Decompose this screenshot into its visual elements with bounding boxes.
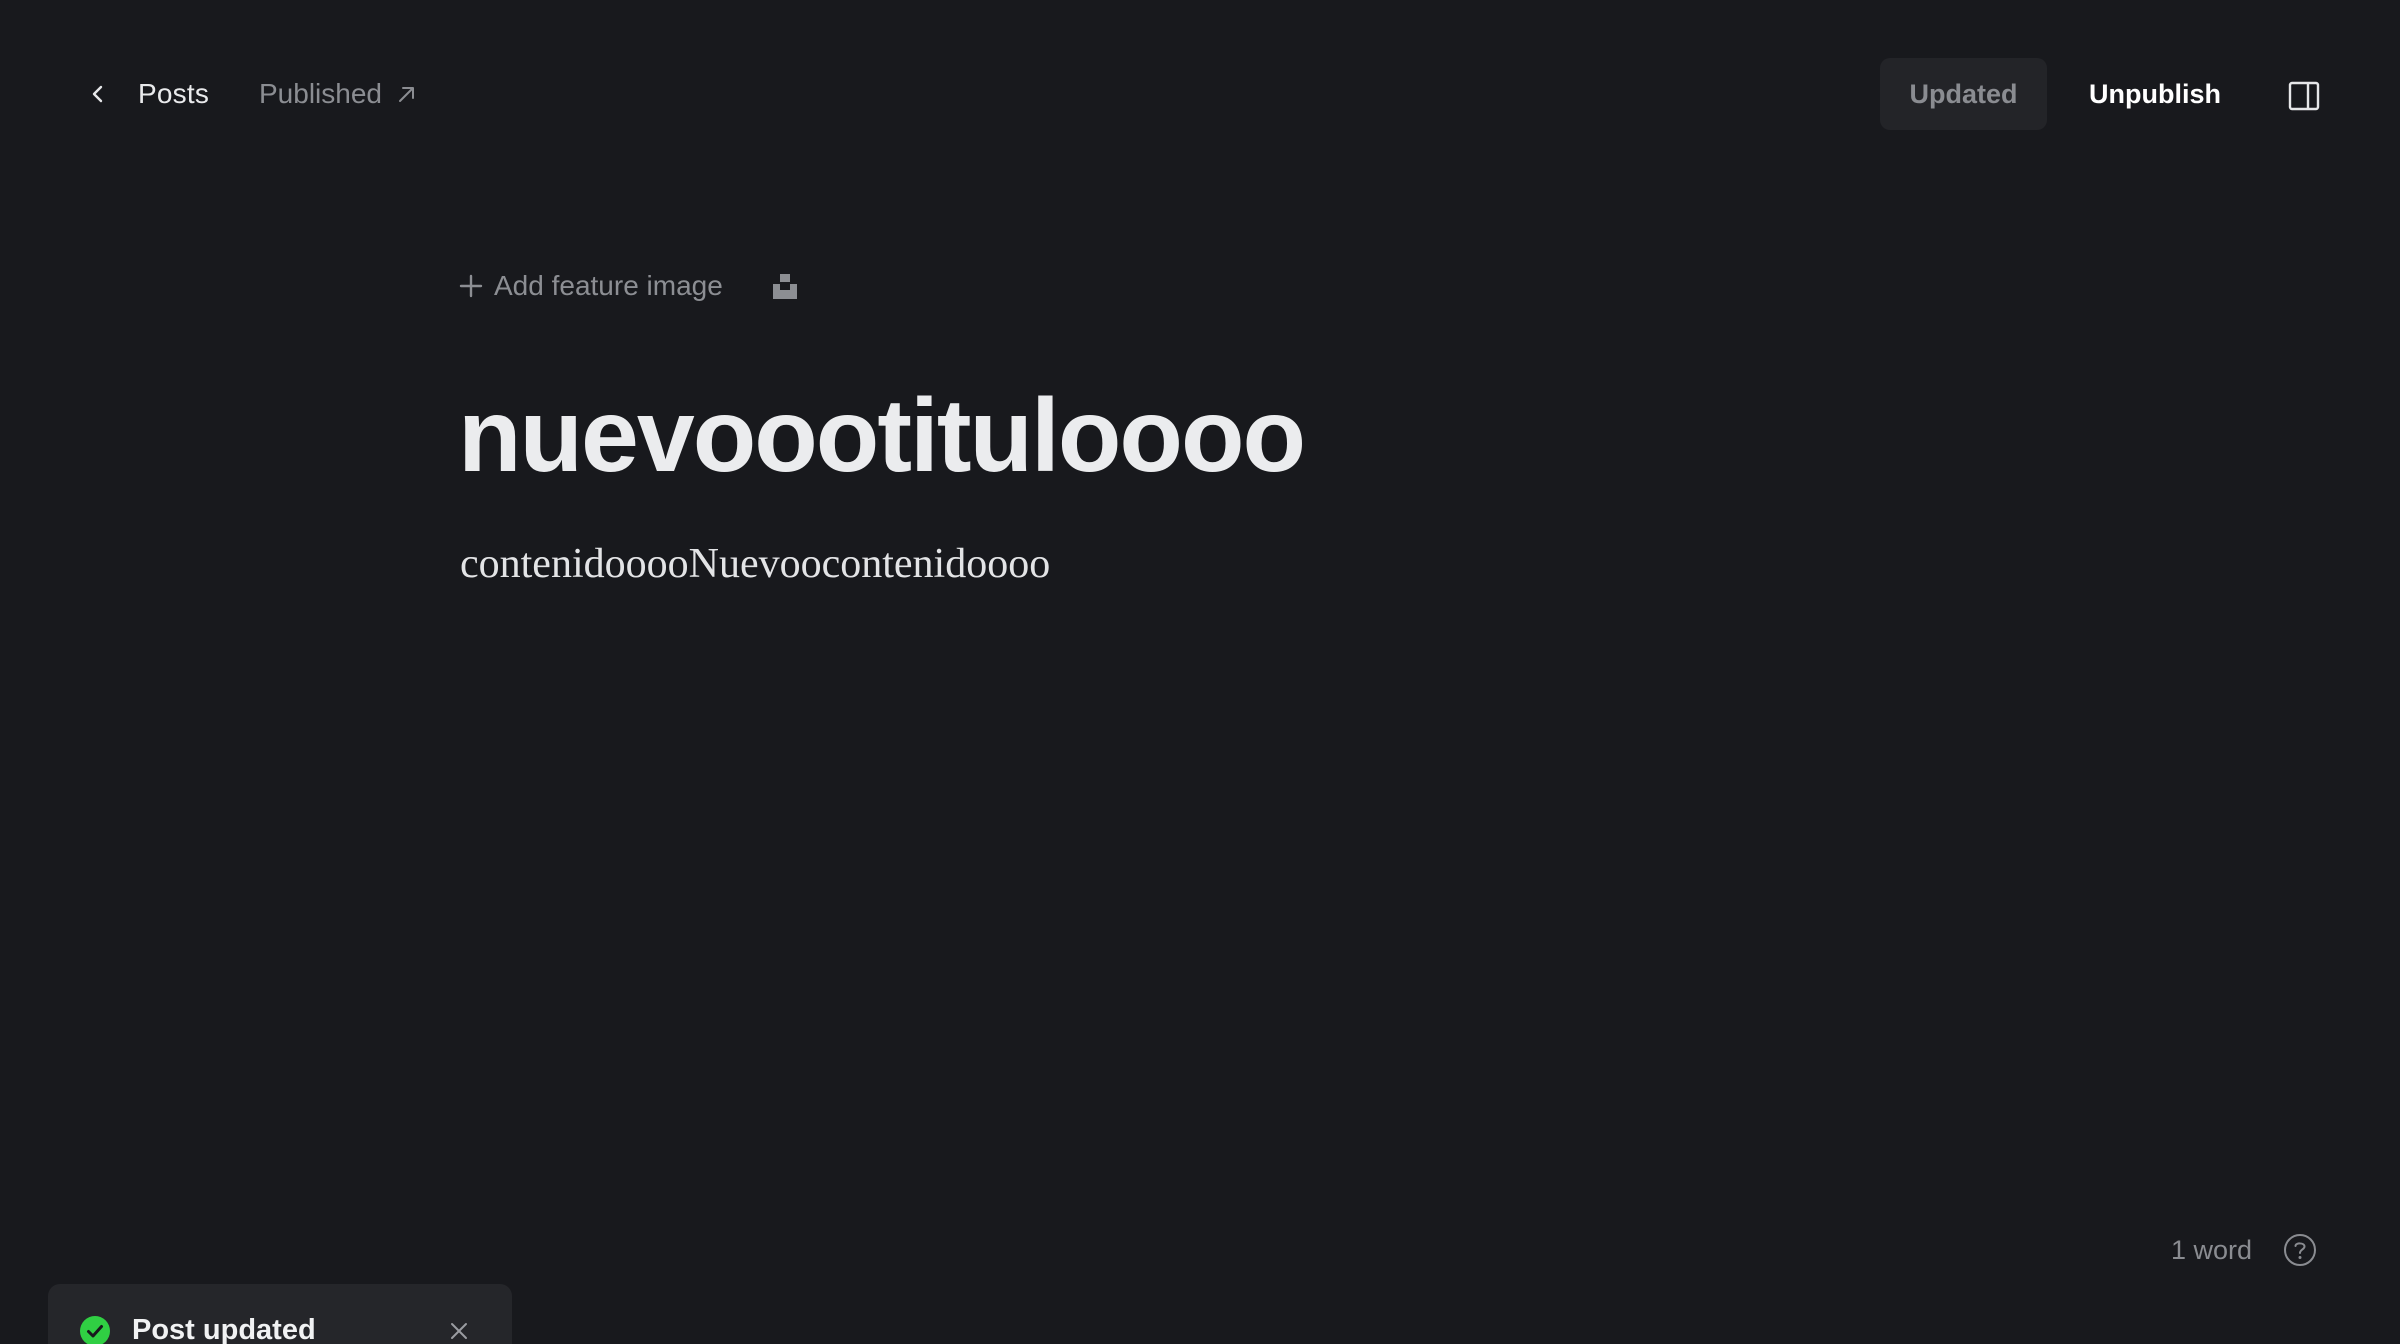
toast-message: Post updated — [132, 1314, 316, 1344]
unpublish-button[interactable]: Unpublish — [2072, 58, 2238, 130]
unsplash-button[interactable] — [769, 270, 801, 302]
close-icon — [451, 1323, 467, 1339]
notification-toast: Post updated — [48, 1284, 512, 1344]
save-state-label: Updated — [1909, 78, 2018, 109]
arrow-up-right-icon — [398, 87, 414, 102]
save-state-badge: Updated — [1880, 58, 2047, 130]
post-editor-page: Posts Published Updated Unpublish Add fe… — [0, 0, 2400, 1344]
check-circle-icon — [80, 1316, 110, 1344]
breadcrumb-posts-link[interactable]: Posts — [138, 72, 209, 116]
question-circle-icon — [2284, 1234, 2316, 1266]
post-title[interactable]: nuevoootituloooo — [458, 368, 1306, 504]
word-count: 1 word — [2170, 1235, 2252, 1265]
unsplash-icon — [772, 274, 797, 299]
help-button[interactable] — [2282, 1232, 2318, 1268]
add-feature-image-button[interactable]: Add feature image — [458, 270, 723, 302]
toast-close-button[interactable] — [446, 1318, 472, 1344]
plus-icon — [459, 274, 483, 298]
post-status-label: Published — [259, 78, 382, 109]
post-body-editor[interactable]: contenidooooNuevoocontenidoooo — [460, 534, 1050, 594]
sidebar-panel-icon — [2288, 81, 2320, 111]
unpublish-label: Unpublish — [2089, 78, 2221, 109]
feature-image-row: Add feature image — [458, 264, 801, 308]
add-feature-image-label: Add feature image — [494, 270, 723, 301]
back-button[interactable] — [78, 74, 118, 114]
chevron-left-icon — [92, 85, 103, 103]
editor-header: Posts Published Updated Unpublish — [0, 0, 2400, 190]
settings-sidebar-toggle[interactable] — [2286, 78, 2322, 114]
published-status-link[interactable]: Published — [259, 72, 418, 116]
